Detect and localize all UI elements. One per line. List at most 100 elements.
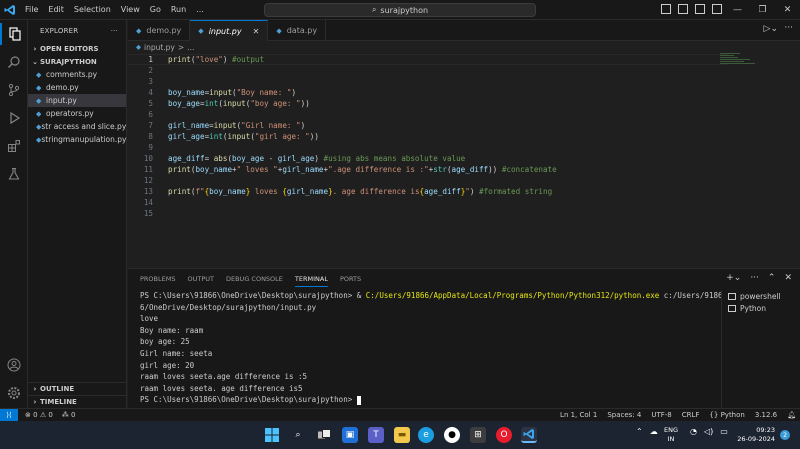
remote-indicator-icon[interactable]: ⟩⟨: [0, 408, 18, 422]
code-line[interactable]: 15: [128, 208, 728, 219]
terminal-item-python[interactable]: Python: [722, 302, 800, 314]
maximize-panel-icon[interactable]: ⌃: [768, 273, 776, 283]
code-token: )): [300, 99, 310, 108]
file-stringmanupulation-py[interactable]: ◆ stringmanupulation.py: [28, 133, 126, 146]
opera-icon[interactable]: O: [496, 427, 512, 443]
file-input-py[interactable]: ◆ input.py: [28, 94, 126, 107]
code-line[interactable]: 4 boy_name=input("Boy name: "): [128, 87, 728, 98]
cloud-icon[interactable]: ☁: [650, 427, 658, 436]
toggle-secondary-sidebar-icon[interactable]: [695, 4, 705, 14]
menu-edit[interactable]: Edit: [43, 0, 69, 20]
close-icon[interactable]: ✕: [775, 0, 800, 20]
wifi-icon[interactable]: ◔: [690, 427, 697, 436]
open-editors-section[interactable]: › OPEN EDITORS: [28, 42, 126, 55]
input-language[interactable]: ENG IN: [664, 426, 678, 444]
breadcrumb-symbol[interactable]: ...: [187, 43, 194, 52]
cursor-position[interactable]: Ln 1, Col 1: [560, 411, 597, 419]
file-str-access-py[interactable]: ◆ str access and slice.py: [28, 120, 126, 133]
menu-file[interactable]: File: [20, 0, 43, 20]
timeline-section[interactable]: › TIMELINE: [28, 395, 127, 408]
github-icon[interactable]: ●: [444, 427, 460, 443]
close-panel-icon[interactable]: ✕: [784, 273, 792, 283]
edge-icon[interactable]: e: [418, 427, 434, 443]
menu-go[interactable]: Go: [145, 0, 166, 20]
task-view-icon[interactable]: [316, 427, 332, 443]
menu-more[interactable]: ...: [191, 0, 209, 20]
file-explorer-icon[interactable]: ▬: [394, 427, 410, 443]
indentation[interactable]: Spaces: 4: [607, 411, 641, 419]
close-tab-icon[interactable]: ✕: [253, 27, 260, 36]
code-line[interactable]: 10 age_diff= abs(boy_age - girl_age) #usi…: [128, 153, 728, 164]
end-of-line[interactable]: CRLF: [682, 411, 700, 419]
command-center-search[interactable]: ⌕ surajpython: [264, 3, 536, 17]
code-line[interactable]: 13 print(f"{boy_name} loves {girl_name}. …: [128, 186, 728, 197]
run-debug-icon[interactable]: [0, 107, 28, 129]
tab-debug-console[interactable]: DEBUG CONSOLE: [226, 275, 283, 283]
code-line[interactable]: 11 print(boy_name+" loves "+girl_name+".a…: [128, 164, 728, 175]
store-icon[interactable]: ⊞: [470, 427, 486, 443]
volume-icon[interactable]: ◁): [704, 427, 713, 436]
terminal-item-powershell[interactable]: powershell: [722, 290, 800, 302]
search-icon[interactable]: [0, 51, 28, 73]
customize-layout-icon[interactable]: [712, 4, 722, 14]
explorer-icon[interactable]: [0, 23, 28, 45]
menu-view[interactable]: View: [116, 0, 145, 20]
code-line[interactable]: 14: [128, 197, 728, 208]
source-control-icon[interactable]: [0, 79, 28, 101]
notification-badge[interactable]: 2: [780, 430, 790, 440]
new-terminal-icon[interactable]: +⌄: [726, 273, 741, 283]
settings-gear-icon[interactable]: [0, 382, 28, 404]
code-line[interactable]: 6: [128, 109, 728, 120]
run-python-file-icon[interactable]: ▷⌄: [764, 24, 778, 34]
windows-start-icon[interactable]: [264, 427, 280, 443]
testing-flask-icon[interactable]: [0, 163, 28, 185]
restore-icon[interactable]: ❐: [750, 0, 775, 20]
code-editor[interactable]: 1 print("love") #output 2 3 4 boy_name=input(…: [128, 53, 800, 268]
code-line[interactable]: 9: [128, 142, 728, 153]
teams-icon[interactable]: T: [368, 427, 384, 443]
widgets-icon[interactable]: ▣: [342, 427, 358, 443]
tab-input-py[interactable]: ◆ input.py ✕: [190, 20, 269, 41]
tab-terminal[interactable]: TERMINAL: [294, 275, 328, 287]
tab-demo-py[interactable]: ◆ demo.py: [128, 20, 191, 41]
folder-section[interactable]: ⌄ SURAJPYTHON: [28, 55, 126, 68]
code-line[interactable]: 3: [128, 76, 728, 87]
ports-status[interactable]: ⁂ 0: [62, 411, 76, 419]
file-demo-py[interactable]: ◆ demo.py: [28, 81, 126, 94]
outline-section[interactable]: › OUTLINE: [28, 382, 127, 395]
file-comments-py[interactable]: ◆ comments.py: [28, 68, 126, 81]
breadcrumb-file[interactable]: input.py: [144, 43, 175, 52]
battery-icon[interactable]: ▭: [720, 427, 728, 436]
encoding[interactable]: UTF-8: [651, 411, 671, 419]
system-clock[interactable]: 09:23 26-09-2024: [735, 426, 775, 444]
code-line[interactable]: 7 girl_name=input("Girl name: "): [128, 120, 728, 131]
python-version[interactable]: 3.12.6: [755, 411, 777, 419]
code-line[interactable]: 5 boy_age=int(input("boy age: ")): [128, 98, 728, 109]
language-mode[interactable]: {} Python: [709, 411, 744, 419]
tab-output[interactable]: OUTPUT: [187, 275, 214, 283]
extensions-icon[interactable]: [0, 135, 28, 157]
file-operators-py[interactable]: ◆ operators.py: [28, 107, 126, 120]
tab-data-py[interactable]: ◆ data.py: [268, 20, 327, 41]
editor-more-actions-icon[interactable]: ···: [784, 23, 793, 33]
show-hidden-icons-icon[interactable]: ⌃: [636, 427, 643, 436]
account-icon[interactable]: [0, 354, 28, 376]
notifications-bell-icon[interactable]: 🔔︎: [787, 411, 796, 419]
panel-more-icon[interactable]: ···: [750, 273, 759, 283]
menu-selection[interactable]: Selection: [69, 0, 116, 20]
explorer-more-icon[interactable]: ···: [111, 27, 118, 35]
code-line[interactable]: 8 girl_age=int(input("girl age: ")): [128, 131, 728, 142]
code-line[interactable]: 2: [128, 65, 728, 76]
code-line[interactable]: 12: [128, 175, 728, 186]
tab-ports[interactable]: PORTS: [340, 275, 361, 283]
problems-status[interactable]: ⊗ 0 ⚠ 0: [25, 411, 53, 419]
toggle-primary-sidebar-icon[interactable]: [661, 4, 671, 14]
tab-problems[interactable]: PROBLEMS: [140, 275, 175, 283]
menu-run[interactable]: Run: [166, 0, 191, 20]
toggle-panel-icon[interactable]: [678, 4, 688, 14]
minimize-icon[interactable]: —: [725, 0, 750, 20]
vscode-taskbar-icon[interactable]: [521, 427, 537, 443]
code-line[interactable]: 1 print("love") #output: [128, 54, 728, 65]
terminal-output[interactable]: PS C:\Users\91866\OneDrive\Desktop\suraj…: [140, 290, 723, 406]
taskbar-search-icon[interactable]: ⌕: [290, 427, 306, 443]
